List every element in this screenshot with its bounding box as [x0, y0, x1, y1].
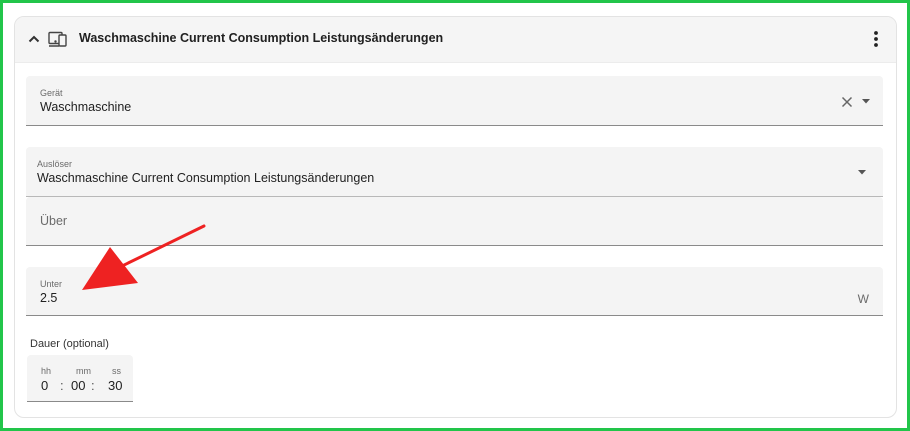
time-separator: :	[91, 378, 95, 393]
device-select[interactable]: Gerät Waschmaschine	[26, 76, 883, 126]
below-input[interactable]: Unter 2.5 W	[26, 267, 883, 316]
seconds-field[interactable]: 30	[108, 378, 122, 393]
trigger-value: Waschmaschine Current Consumption Leistu…	[37, 171, 375, 185]
trigger-select[interactable]: Auslöser Waschmaschine Current Consumpti…	[26, 147, 883, 197]
above-input[interactable]: Über	[26, 197, 883, 246]
devices-icon	[48, 31, 67, 47]
card-header[interactable]: Waschmaschine Current Consumption Leistu…	[15, 17, 896, 63]
screenshot-frame: Waschmaschine Current Consumption Leistu…	[3, 3, 907, 428]
chevron-up-icon[interactable]	[26, 31, 42, 47]
below-label: Unter	[40, 279, 63, 289]
duration-label: Dauer (optional)	[30, 338, 109, 350]
card-title: Waschmaschine Current Consumption Leistu…	[79, 31, 444, 45]
caret-down-icon[interactable]	[861, 98, 871, 105]
hours-label: hh	[41, 366, 52, 376]
unit-suffix: W	[857, 292, 869, 306]
time-separator: :	[60, 378, 64, 393]
close-icon[interactable]	[841, 96, 853, 108]
above-placeholder: Über	[40, 214, 68, 228]
device-label: Gerät	[40, 88, 63, 98]
minutes-field[interactable]: 00	[71, 378, 85, 393]
caret-down-icon[interactable]	[857, 169, 867, 176]
kebab-menu-icon[interactable]	[868, 29, 884, 49]
trigger-card: Waschmaschine Current Consumption Leistu…	[14, 16, 897, 418]
trigger-label: Auslöser	[37, 159, 73, 169]
seconds-label: ss	[112, 366, 121, 376]
duration-input[interactable]: hh mm ss 0 : 00 : 30	[27, 355, 133, 402]
device-value: Waschmaschine	[40, 100, 132, 114]
hours-field[interactable]: 0	[41, 378, 48, 393]
minutes-label: mm	[76, 366, 91, 376]
below-value: 2.5	[40, 291, 58, 305]
